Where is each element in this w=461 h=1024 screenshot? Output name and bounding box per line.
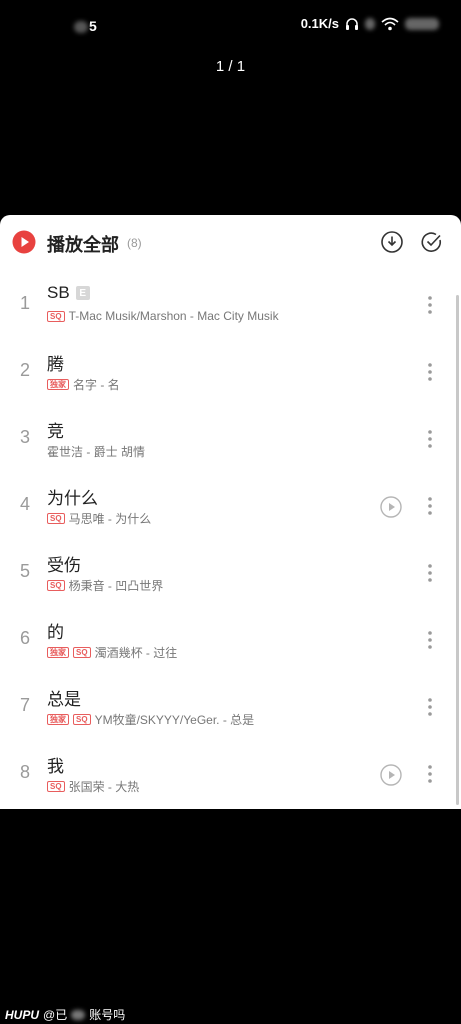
song-row[interactable]: 4 为什么 SQ 马思唯 - 为什么 bbox=[0, 472, 461, 539]
mv-play-icon[interactable] bbox=[380, 764, 402, 786]
song-row[interactable]: 8 我 SQ 张国荣 - 大热 bbox=[0, 740, 461, 807]
song-title: 受伤 bbox=[47, 551, 81, 576]
blurred-signal-icon bbox=[365, 17, 375, 30]
more-vertical-icon[interactable] bbox=[420, 762, 440, 786]
song-index: 4 bbox=[19, 494, 30, 514]
song-title: 的 bbox=[47, 618, 64, 643]
playlist-header: 播放全部 (8) bbox=[0, 215, 461, 271]
more-vertical-icon[interactable] bbox=[420, 561, 440, 585]
song-subtitle: 独家 名字 - 名 bbox=[47, 376, 120, 393]
artist-album-text: 杨秉音 - 凹凸世界 bbox=[68, 579, 164, 593]
song-row[interactable]: 5 受伤 SQ 杨秉音 - 凹凸世界 bbox=[0, 539, 461, 606]
song-row[interactable]: 1 SB E SQ T-Mac Musik/Marshon - Mac City Mus… bbox=[0, 271, 461, 338]
song-subtitle: 独家 SQ 濁酒幾杯 - 过往 bbox=[47, 644, 177, 661]
artist-album-text: YM牧童/SKYYY/YeGer. - 总是 bbox=[94, 713, 255, 727]
song-row[interactable]: 2 腾独家 名字 - 名 bbox=[0, 338, 461, 405]
watermark-brand: HUPU bbox=[5, 1007, 40, 1022]
status-time: 5 bbox=[74, 18, 97, 34]
status-bar: 5 0.1K/s bbox=[0, 0, 461, 50]
quality-tag: SQ bbox=[73, 647, 91, 658]
song-title-text: 为什么 bbox=[47, 489, 98, 508]
song-index: 1 bbox=[19, 293, 30, 313]
song-subtitle: SQ 张国荣 - 大热 bbox=[47, 778, 139, 795]
more-vertical-icon[interactable] bbox=[420, 494, 440, 518]
artist-album-text: 霍世洁 - 爵士 胡情 bbox=[47, 445, 145, 459]
blurred-battery bbox=[405, 17, 439, 30]
playlist-sheet: 播放全部 (8) 1 SB E SQ T-Mac Musik/Marshon - Mac… bbox=[0, 215, 461, 809]
watermark-handle-suffix: 账号吗 bbox=[89, 1008, 126, 1022]
song-title-text: 竞 bbox=[47, 422, 64, 441]
artist-album-text: 张国荣 - 大热 bbox=[68, 780, 140, 794]
song-title-text: 总是 bbox=[47, 690, 81, 709]
quality-tag: SQ bbox=[47, 781, 65, 792]
page-indicator: 1 / 1 bbox=[215, 58, 246, 75]
artist-album-text: 濁酒幾杯 - 过往 bbox=[94, 646, 178, 660]
song-index: 2 bbox=[19, 360, 30, 380]
watermark-handle-prefix: @已 bbox=[43, 1008, 68, 1022]
song-title: SB E bbox=[47, 283, 90, 303]
play-circle-icon[interactable] bbox=[12, 230, 36, 254]
song-subtitle: SQ 马思唯 - 为什么 bbox=[47, 510, 151, 527]
artist-album-text: 名字 - 名 bbox=[73, 378, 120, 392]
quality-tag: 独家 bbox=[47, 647, 69, 658]
song-row[interactable]: 6 的独家 SQ 濁酒幾杯 - 过往 bbox=[0, 606, 461, 673]
quality-tag: SQ bbox=[47, 580, 65, 591]
artist-album-text: T-Mac Musik/Marshon - Mac City Musik bbox=[68, 309, 279, 323]
more-vertical-icon[interactable] bbox=[420, 293, 440, 317]
song-subtitle: SQ 杨秉音 - 凹凸世界 bbox=[47, 577, 163, 594]
song-title: 为什么 bbox=[47, 484, 98, 509]
song-index: 5 bbox=[19, 561, 30, 581]
song-title: 腾 bbox=[47, 350, 64, 375]
song-subtitle: 霍世洁 - 爵士 胡情 bbox=[47, 443, 145, 460]
song-index: 3 bbox=[19, 427, 30, 447]
wifi-icon bbox=[381, 17, 399, 30]
quality-tag: 独家 bbox=[47, 379, 69, 390]
scrollbar[interactable] bbox=[456, 295, 459, 805]
song-row[interactable]: 3 竞霍世洁 - 爵士 胡情 bbox=[0, 405, 461, 472]
quality-tag: SQ bbox=[47, 310, 65, 322]
song-title-text: 腾 bbox=[47, 355, 64, 374]
more-vertical-icon[interactable] bbox=[420, 360, 440, 384]
mv-play-icon[interactable] bbox=[380, 496, 402, 518]
song-title-text: 我 bbox=[47, 757, 64, 776]
song-index: 8 bbox=[19, 762, 30, 782]
song-subtitle: SQ T-Mac Musik/Marshon - Mac City Musik bbox=[47, 309, 279, 323]
status-time-visible: 5 bbox=[89, 18, 97, 34]
network-speed: 0.1K/s bbox=[300, 16, 339, 31]
song-index: 6 bbox=[19, 628, 30, 648]
quality-tag: SQ bbox=[47, 513, 65, 524]
status-indicators: 0.1K/s bbox=[301, 16, 439, 31]
song-count: (8) bbox=[127, 236, 142, 250]
quality-tag: SQ bbox=[73, 714, 91, 725]
check-circle-icon[interactable] bbox=[420, 230, 444, 254]
song-subtitle: 独家 SQ YM牧童/SKYYY/YeGer. - 总是 bbox=[47, 711, 254, 728]
song-row[interactable]: 7 总是独家 SQ YM牧童/SKYYY/YeGer. - 总是 bbox=[0, 673, 461, 740]
quality-tag: 独家 bbox=[47, 714, 69, 725]
blurred-handle bbox=[71, 1009, 86, 1020]
blurred-time-digits bbox=[74, 21, 88, 34]
explicit-badge: E bbox=[75, 286, 90, 300]
more-vertical-icon[interactable] bbox=[420, 628, 440, 652]
song-index: 7 bbox=[19, 695, 30, 715]
song-title: 竞 bbox=[47, 417, 64, 442]
download-icon[interactable] bbox=[380, 230, 404, 254]
play-all-button[interactable]: 播放全部 bbox=[47, 231, 119, 257]
song-title-text: 的 bbox=[47, 623, 64, 642]
more-vertical-icon[interactable] bbox=[420, 695, 440, 719]
more-vertical-icon[interactable] bbox=[420, 427, 440, 451]
song-list: 1 SB E SQ T-Mac Musik/Marshon - Mac City Mus… bbox=[0, 271, 461, 807]
song-title-text: 受伤 bbox=[47, 556, 81, 575]
watermark: HUPU @已 账号吗 bbox=[5, 1006, 125, 1023]
song-title: 我 bbox=[47, 752, 64, 777]
artist-album-text: 马思唯 - 为什么 bbox=[68, 512, 152, 526]
song-title: 总是 bbox=[47, 685, 81, 710]
song-title-text: SB bbox=[47, 283, 70, 302]
headphones-icon bbox=[346, 17, 358, 30]
